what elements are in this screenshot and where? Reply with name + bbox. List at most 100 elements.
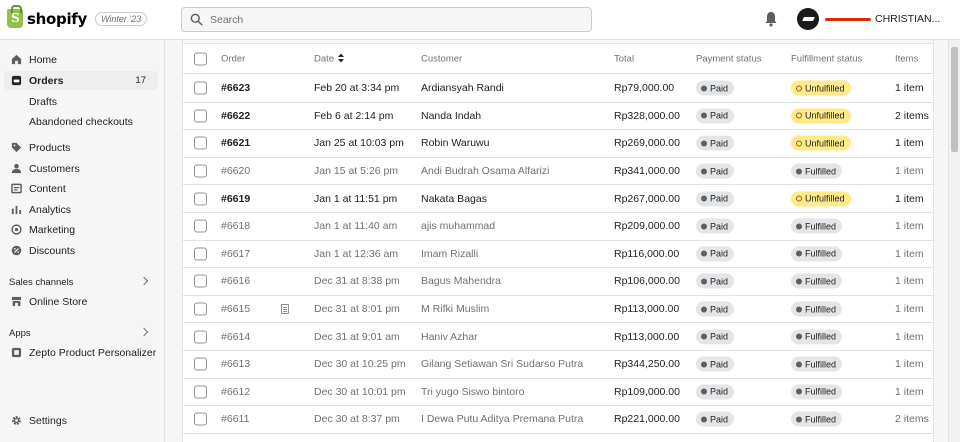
order-number[interactable]: #6617: [221, 248, 250, 260]
item-count[interactable]: 1 item: [895, 193, 924, 205]
column-header-total[interactable]: Total: [614, 53, 634, 64]
sidebar-item-products[interactable]: Products: [4, 138, 158, 157]
row-checkbox[interactable]: [194, 330, 207, 344]
table-row[interactable]: #6619 Jan 1 at 11:51 pm Nakata Bagas Rp267,…: [183, 185, 933, 213]
search-bar[interactable]: [181, 7, 592, 32]
customer-name: ajis muhammad: [421, 220, 496, 233]
sidebar-item-content[interactable]: Content: [4, 179, 158, 198]
row-checkbox[interactable]: [194, 219, 207, 233]
table-row[interactable]: #6623 Feb 20 at 3:34 pm Ardiansyah Randi Rp…: [183, 75, 933, 103]
user-menu[interactable]: CHRISTIAN...: [825, 13, 940, 25]
sidebar-item-label: Discounts: [29, 244, 76, 257]
bell-icon[interactable]: [764, 11, 778, 27]
fulfillment-status-label: Fulfilled: [805, 386, 837, 397]
item-count[interactable]: 1 item: [895, 331, 924, 343]
sidebar-subitem-drafts[interactable]: Drafts: [29, 96, 57, 108]
table-row[interactable]: #6621 Jan 25 at 10:03 pm Robin Waruwu Rp269…: [183, 130, 933, 158]
column-header-fulfillment-status[interactable]: Fulfillment status: [791, 53, 862, 64]
order-number[interactable]: #6613: [221, 358, 250, 370]
row-checkbox[interactable]: [194, 109, 207, 123]
order-number[interactable]: #6612: [221, 386, 250, 398]
column-header-order[interactable]: Order: [221, 53, 245, 64]
sidebar-item-zepto-app[interactable]: Zepto Product Personalizer: [4, 343, 158, 362]
sidebar-item-home[interactable]: Home: [4, 50, 158, 69]
order-number[interactable]: #6611: [221, 413, 249, 425]
search-input[interactable]: [210, 13, 570, 26]
item-count[interactable]: 1 item: [895, 165, 924, 177]
item-count[interactable]: 1 item: [895, 82, 924, 94]
status-dot-icon: [701, 223, 707, 230]
order-total: Rp79,000.00: [614, 82, 675, 95]
table-row[interactable]: #6611 Dec 30 at 8:37 pm I Dewa Putu Aditya…: [183, 406, 933, 434]
scrollbar-thumb[interactable]: [951, 47, 958, 152]
row-checkbox[interactable]: [194, 412, 207, 426]
order-number[interactable]: #6614: [221, 331, 250, 343]
column-header-items[interactable]: Items: [895, 53, 918, 64]
status-dot-icon: [796, 278, 802, 285]
order-number[interactable]: #6619: [221, 193, 250, 205]
sidebar-item-orders[interactable]: Orders 17: [4, 71, 158, 90]
row-checkbox[interactable]: [194, 164, 207, 178]
row-checkbox[interactable]: [194, 192, 207, 206]
shopify-logo[interactable]: shopify Winter '23: [7, 5, 148, 28]
gear-icon: [12, 416, 21, 425]
column-header-customer[interactable]: Customer: [421, 53, 462, 64]
sidebar-item-label: Marketing: [29, 223, 76, 236]
table-row[interactable]: #6618 Jan 1 at 11:40 am ajis muhammad Rp209…: [183, 213, 933, 241]
table-row[interactable]: #6612 Dec 30 at 10:01 pm Tri yugo Siswo bi…: [183, 379, 933, 407]
row-checkbox[interactable]: [194, 274, 207, 288]
item-count[interactable]: 1 item: [895, 358, 924, 370]
payment-status-badge: Paid: [696, 163, 735, 179]
fulfillment-status-label: Unfulfilled: [805, 193, 845, 204]
avatar[interactable]: [797, 8, 819, 30]
row-checkbox[interactable]: [194, 357, 207, 371]
payment-status-label: Paid: [710, 359, 729, 370]
item-count[interactable]: 1 item: [895, 220, 924, 232]
item-count[interactable]: 1 item: [895, 137, 924, 149]
table-row[interactable]: #6614 Dec 31 at 9:01 am Haniv Azhar Rp113,0…: [183, 323, 933, 351]
column-header-payment-status[interactable]: Payment status: [696, 53, 761, 64]
row-checkbox[interactable]: [194, 302, 207, 316]
sidebar-item-analytics[interactable]: Analytics: [4, 200, 158, 219]
order-number[interactable]: #6621: [221, 137, 250, 149]
item-count[interactable]: 1 item: [895, 248, 924, 260]
row-checkbox[interactable]: [194, 385, 207, 399]
order-date: Dec 31 at 8:01 pm: [314, 303, 400, 316]
table-row[interactable]: #6616 Dec 31 at 8:38 pm Bagus Mahendra Rp10…: [183, 268, 933, 296]
select-all-checkbox[interactable]: [194, 52, 207, 65]
table-row[interactable]: #6613 Dec 30 at 10:25 pm Gilang Setiawan S…: [183, 351, 933, 379]
table-row[interactable]: #6620 Jan 15 at 5:26 pm Andi Budrah Osama …: [183, 158, 933, 186]
sidebar-item-online-store[interactable]: Online Store: [4, 292, 158, 311]
order-number[interactable]: #6622: [221, 110, 250, 122]
table-row[interactable]: #6622 Feb 6 at 2:14 pm Nanda Indah Rp328,00…: [183, 103, 933, 131]
sidebar-subitem-abandoned-checkouts[interactable]: Abandoned checkouts: [29, 116, 133, 128]
item-count[interactable]: 1 item: [895, 386, 924, 398]
item-count[interactable]: 2 items: [895, 413, 929, 425]
row-checkbox[interactable]: [194, 81, 207, 95]
sidebar-item-marketing[interactable]: Marketing: [4, 220, 158, 239]
apps-label: Apps: [9, 328, 31, 339]
customer-name: Haniv Azhar: [421, 330, 478, 343]
chevron-right-icon[interactable]: [139, 327, 149, 337]
order-number[interactable]: #6615: [221, 303, 250, 315]
sidebar-item-discounts[interactable]: Discounts: [4, 241, 158, 260]
bar-chart-icon: [11, 205, 22, 215]
item-count[interactable]: 2 items: [895, 110, 929, 122]
table-row[interactable]: #6615 Dec 31 at 8:01 pm M Rifki Muslim Rp11…: [183, 296, 933, 324]
customer-name: Ardiansyah Randi: [421, 82, 504, 95]
row-checkbox[interactable]: [194, 247, 207, 261]
sidebar-item-customers[interactable]: Customers: [4, 159, 158, 178]
order-number[interactable]: #6620: [221, 165, 250, 177]
order-number[interactable]: #6618: [221, 220, 250, 232]
column-header-date[interactable]: Date: [314, 53, 345, 64]
order-number[interactable]: #6623: [221, 82, 250, 94]
sidebar-item-settings[interactable]: Settings: [4, 411, 158, 430]
order-date: Jan 15 at 5:26 pm: [314, 165, 399, 178]
order-number[interactable]: #6616: [221, 275, 250, 287]
row-checkbox[interactable]: [194, 136, 207, 150]
chevron-right-icon[interactable]: [139, 276, 149, 286]
item-count[interactable]: 1 item: [895, 303, 924, 315]
item-count[interactable]: 1 item: [895, 275, 924, 287]
status-dot-icon: [796, 112, 802, 119]
table-row[interactable]: #6617 Jan 1 at 12:36 am Imam Rizalli Rp116,…: [183, 241, 933, 269]
